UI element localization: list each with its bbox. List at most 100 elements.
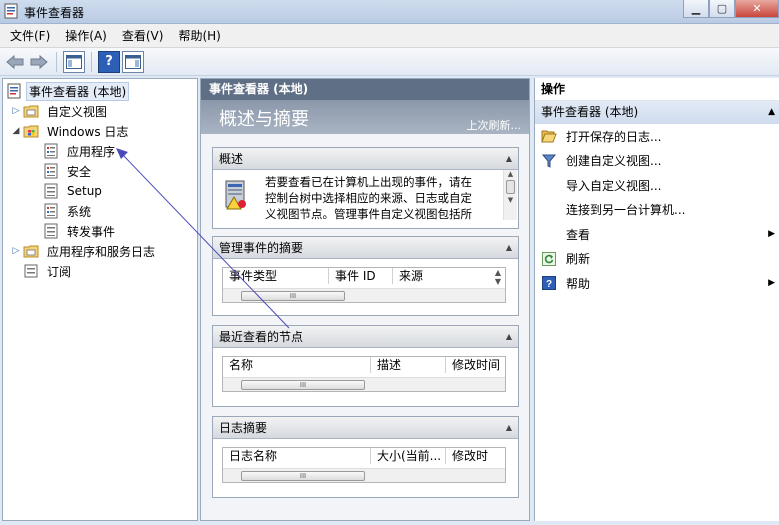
show-hide-action-pane-button[interactable]	[122, 50, 144, 73]
overview-title: 概述与摘要	[219, 109, 309, 130]
maximize-button[interactable]: ▢	[709, 0, 735, 18]
tree-item-label: 订阅	[47, 264, 72, 279]
last-refresh-link[interactable]: 上次刷新...	[467, 117, 522, 133]
column-header[interactable]: 事件 ID	[329, 268, 393, 284]
action-help[interactable]: ? 帮助 ▶	[535, 271, 779, 296]
horizontal-scrollbar[interactable]: III	[223, 377, 505, 391]
menu-view[interactable]: 查看(V)	[116, 26, 170, 46]
submenu-arrow-icon: ▶	[768, 278, 775, 289]
horizontal-scrollbar[interactable]: III	[223, 288, 505, 302]
overview-pane: 事件查看器 (本地) 概述与摘要 上次刷新... 概述 ▲ 若要查看已在计算机上…	[200, 78, 530, 521]
summary-grid[interactable]: 名称 描述 修改时间 III	[222, 356, 506, 392]
tree-item-subscriptions[interactable]: 订阅	[23, 261, 75, 281]
action-view[interactable]: 查看 ▶	[535, 222, 779, 247]
action-open-saved-log[interactable]: 打开保存的日志...	[535, 124, 779, 149]
help-button[interactable]: ?	[98, 50, 120, 73]
tree-item-label: 转发事件	[67, 224, 116, 239]
show-hide-console-tree-button[interactable]	[63, 50, 85, 73]
section-header[interactable]: 概述 ▲	[213, 148, 518, 170]
expand-arrow-icon[interactable]: ▷	[11, 106, 21, 116]
column-header[interactable]: 修改时	[446, 448, 506, 464]
tree-item-apps-services-logs[interactable]: ▷ 应用程序和服务日志	[11, 241, 159, 261]
action-connect-another-computer[interactable]: 连接到另一台计算机...	[535, 198, 779, 223]
subscription-icon	[24, 264, 38, 278]
section-header[interactable]: 最近查看的节点 ▲	[213, 326, 518, 348]
collapse-icon[interactable]: ▲	[506, 243, 512, 252]
help-icon: ?	[541, 275, 557, 291]
menu-file[interactable]: 文件(F)	[4, 26, 56, 46]
column-header[interactable]: 名称	[223, 357, 371, 373]
section-title: 日志摘要	[219, 421, 268, 435]
menu-help[interactable]: 帮助(H)	[172, 26, 226, 46]
actions-title: 操作	[535, 78, 779, 101]
vertical-spinner-icon[interactable]: ▲ ▼	[493, 268, 503, 286]
grid-header: 日志名称 大小(当前... 修改时	[223, 448, 506, 464]
tree-item-custom-views[interactable]: ▷ 自定义视图	[11, 101, 111, 121]
section-header[interactable]: 日志摘要 ▲	[213, 417, 518, 439]
tree-item-setup[interactable]: Setup	[43, 181, 106, 201]
scroll-thumb[interactable]: III	[241, 471, 365, 481]
horizontal-scrollbar[interactable]: III	[223, 468, 505, 482]
tree-item-label: 系统	[67, 204, 92, 219]
overview-text: 若要查看已在计算机上出现的事件，请在控制台树中选择相应的来源、日志或自定义视图节…	[265, 175, 472, 220]
minimize-button[interactable]: ▁	[683, 0, 709, 18]
folder-icon	[23, 245, 39, 258]
column-header[interactable]: 描述	[371, 357, 446, 373]
collapse-icon[interactable]: ▲	[506, 423, 512, 432]
menu-action[interactable]: 操作(A)	[59, 26, 113, 46]
column-header[interactable]: 日志名称	[223, 448, 371, 464]
center-header: 事件查看器 (本地)	[201, 79, 529, 100]
action-refresh[interactable]: 刷新	[535, 247, 779, 272]
tree-item-label: 安全	[67, 164, 92, 179]
column-header[interactable]: 事件类型	[223, 268, 329, 284]
tree-item-forwarded-events[interactable]: 转发事件	[43, 221, 119, 241]
collapse-icon[interactable]: ▲	[768, 101, 775, 124]
console-tree-icon	[66, 54, 82, 69]
action-label: 导入自定义视图...	[566, 178, 662, 193]
tree-item-system[interactable]: 系统	[43, 201, 95, 221]
collapse-icon[interactable]: ▲	[506, 154, 512, 163]
action-import-custom-view[interactable]: 导入自定义视图...	[535, 173, 779, 198]
log-icon	[44, 183, 58, 199]
event-viewer-app-icon	[4, 3, 18, 19]
log-icon	[44, 143, 58, 159]
actions-group-header[interactable]: 事件查看器 (本地) ▲	[535, 101, 779, 124]
overview-banner: 概述与摘要 上次刷新...	[201, 100, 529, 134]
overview-scrollbar[interactable]: ▲ ▼	[503, 170, 517, 220]
section-title: 管理事件的摘要	[219, 241, 304, 255]
log-icon	[44, 203, 58, 219]
event-viewer-icon	[7, 83, 21, 99]
grid-header: 名称 描述 修改时间	[223, 357, 506, 373]
expand-arrow-icon[interactable]: ▷	[11, 246, 21, 256]
back-button[interactable]	[4, 51, 26, 73]
tree-item-application[interactable]: 应用程序	[43, 141, 119, 161]
refresh-icon	[541, 251, 557, 267]
forward-button[interactable]	[28, 51, 50, 73]
collapse-arrow-icon[interactable]: ◢	[11, 126, 21, 136]
filter-icon	[541, 153, 557, 169]
tree-item-label: 自定义视图	[47, 104, 108, 119]
action-pane-icon	[125, 54, 141, 69]
tree-item-label: 应用程序	[67, 144, 116, 159]
action-label: 帮助	[566, 276, 591, 291]
action-create-custom-view[interactable]: 创建自定义视图...	[535, 149, 779, 174]
toolbar-separator	[91, 51, 92, 72]
summary-grid[interactable]: 事件类型 事件 ID 来源 ▲ ▼ III	[222, 267, 506, 303]
scroll-thumb[interactable]: III	[241, 291, 345, 301]
scroll-thumb[interactable]: III	[241, 380, 365, 390]
tree-item-windows-logs[interactable]: ◢ Windows 日志	[11, 121, 132, 141]
column-header[interactable]: 来源	[393, 268, 453, 284]
toolbar-separator	[56, 51, 57, 72]
column-header[interactable]: 修改时间	[446, 357, 506, 373]
column-header[interactable]: 大小(当前...	[371, 448, 446, 464]
section-title: 最近查看的节点	[219, 330, 304, 344]
tree-item-label: Windows 日志	[47, 124, 129, 139]
close-button[interactable]: ✕	[735, 0, 779, 18]
summary-grid[interactable]: 日志名称 大小(当前... 修改时 III	[222, 447, 506, 483]
tree-item-event-viewer-local[interactable]: 事件查看器 (本地)	[6, 81, 130, 101]
overview-section: 概述 ▲ 若要查看已在计算机上出现的事件，请在控制台树中选择相应的来源、日志或自…	[212, 147, 519, 229]
section-header[interactable]: 管理事件的摘要 ▲	[213, 237, 518, 259]
tree-item-security[interactable]: 安全	[43, 161, 95, 181]
collapse-icon[interactable]: ▲	[506, 332, 512, 341]
submenu-arrow-icon: ▶	[768, 229, 775, 240]
